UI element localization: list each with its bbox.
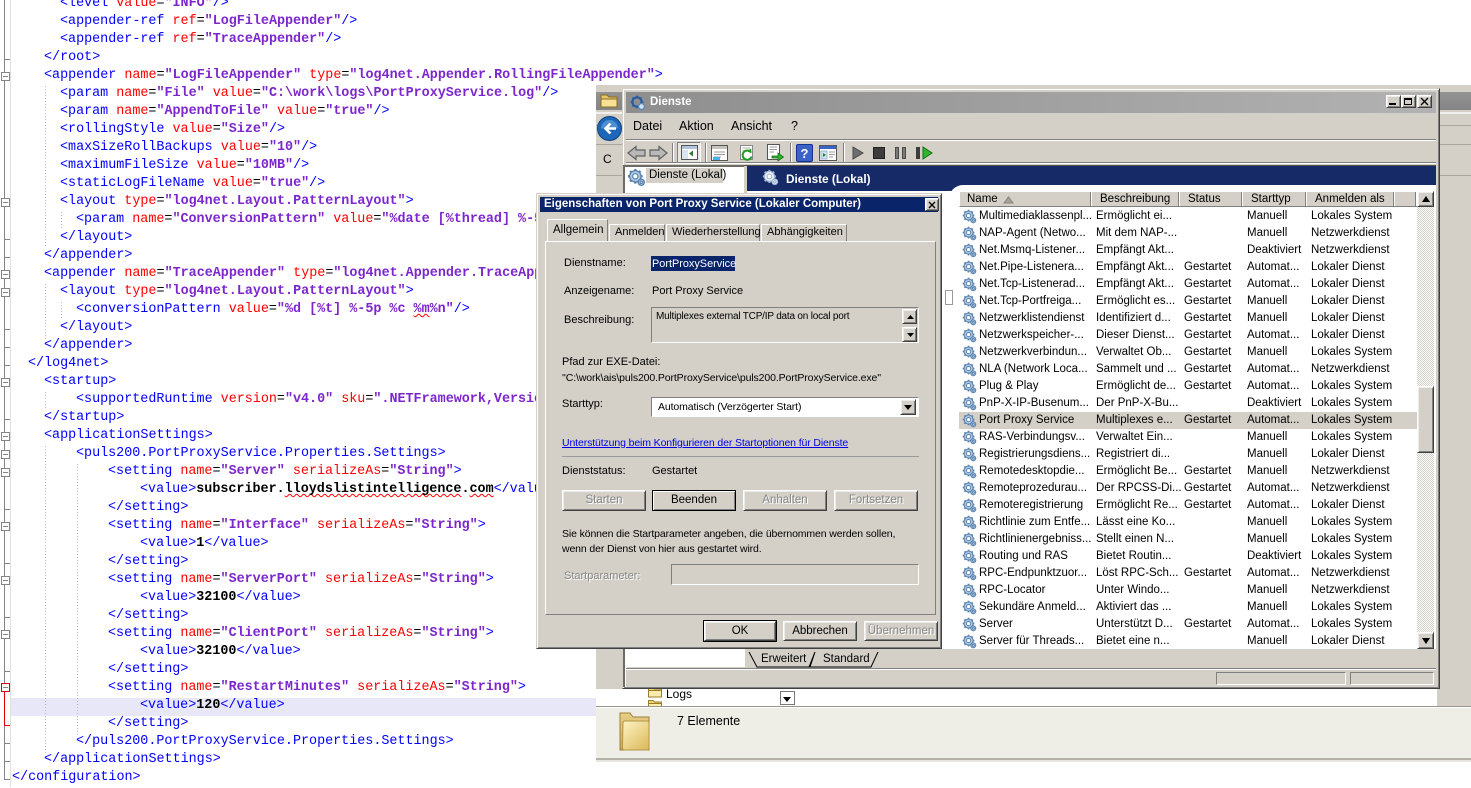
svg-text:?: ? xyxy=(801,146,809,161)
